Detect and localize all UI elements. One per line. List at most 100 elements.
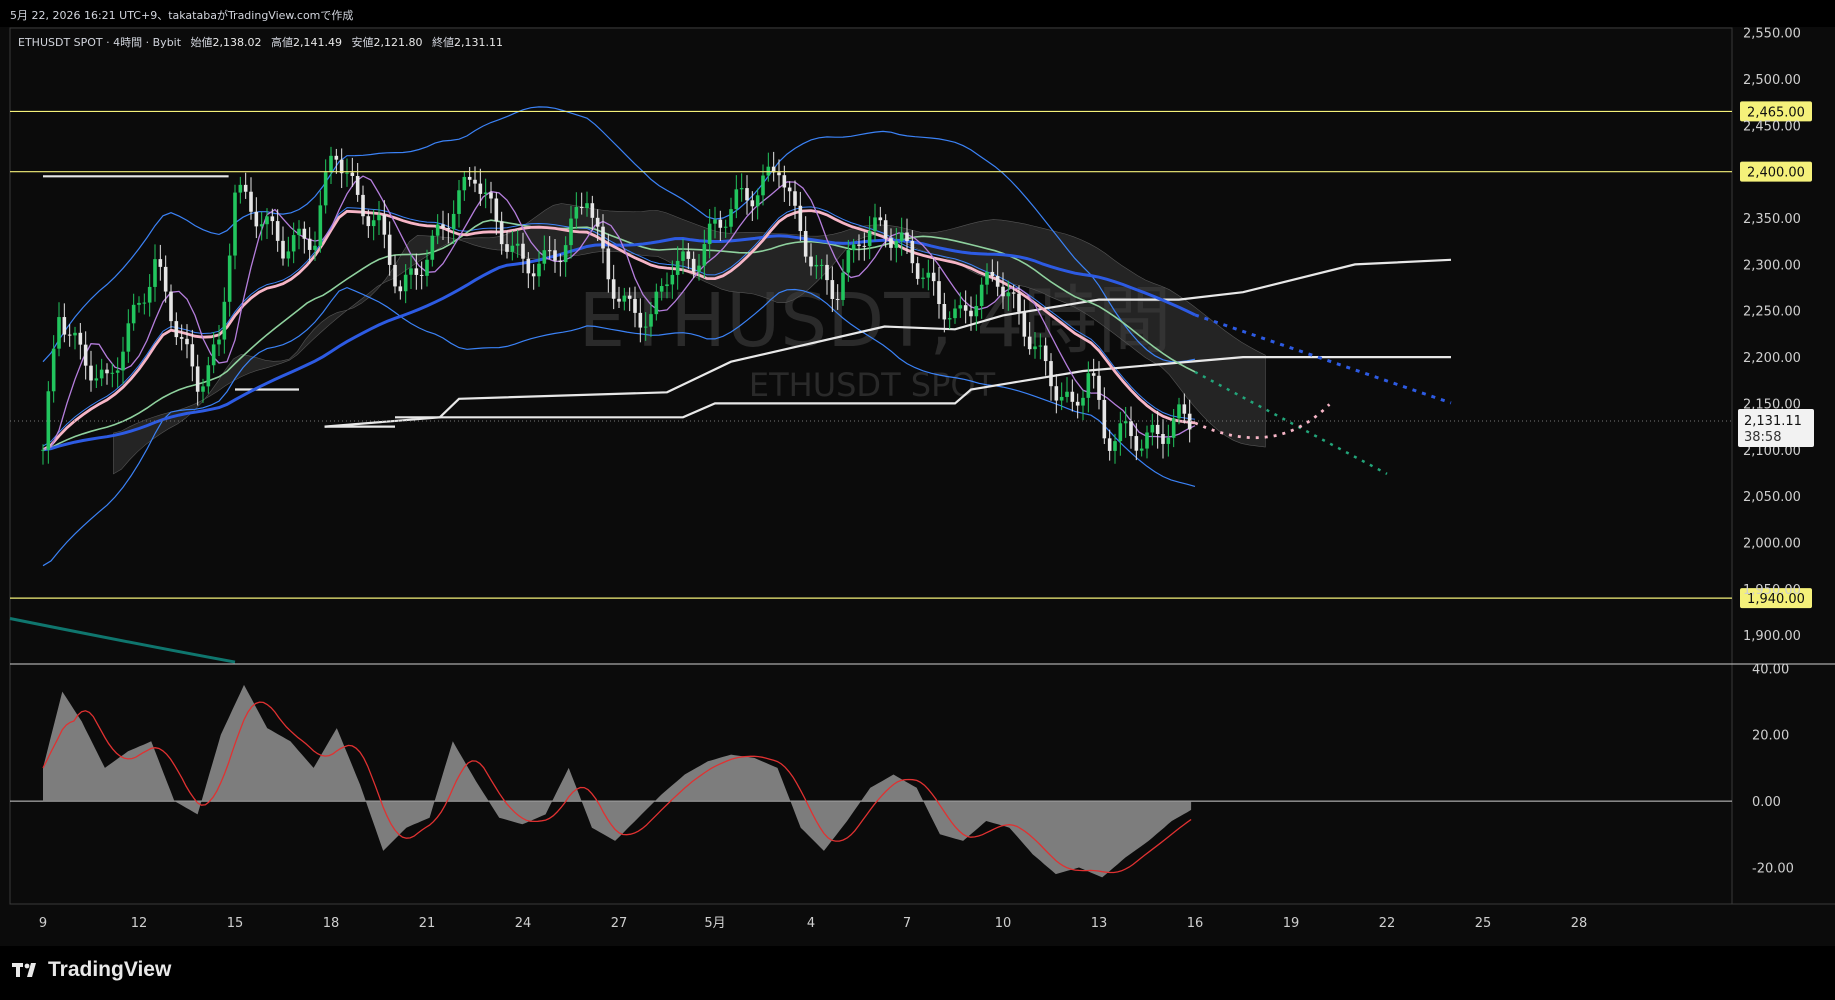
- candle-body-153: [857, 244, 861, 246]
- candle-body-130: [734, 189, 739, 210]
- time-tick-1: 12: [131, 916, 148, 931]
- osc-tick-3: -20.00: [1752, 861, 1794, 876]
- candle-body-7: [78, 332, 83, 345]
- candle-body-115: [654, 291, 659, 315]
- candle-body-77: [451, 213, 456, 230]
- candle-body-60: [361, 194, 365, 217]
- candle-body-35: [227, 255, 232, 302]
- candle-body-12: [105, 369, 109, 374]
- candle-body-188: [1043, 345, 1048, 362]
- candle-body-18: [137, 302, 141, 305]
- price-tick-2: 2,450.00: [1743, 119, 1801, 134]
- time-tick-11: 13: [1091, 916, 1108, 931]
- candle-body-205: [1134, 436, 1139, 451]
- candle-body-95: [547, 250, 552, 252]
- candle-body-81: [473, 179, 477, 184]
- candle-body-155: [867, 231, 872, 247]
- candle-body-191: [1059, 396, 1064, 401]
- candle-body-17: [131, 304, 136, 324]
- candle-body-32: [211, 344, 216, 366]
- candle-body-58: [350, 172, 355, 177]
- price-tick-5: 2,250.00: [1743, 305, 1801, 320]
- candle-body-91: [526, 258, 531, 274]
- candle-body-112: [638, 312, 643, 328]
- candle-body-107: [611, 279, 616, 299]
- candle-body-41: [259, 224, 264, 227]
- candle-body-99: [569, 218, 573, 246]
- candle-body-38: [243, 184, 248, 192]
- candle-body-118: [670, 274, 675, 285]
- candle-body-101: [579, 206, 584, 209]
- teal-longterm-line: [9, 617, 236, 664]
- price-tick-12: 1,900.00: [1743, 629, 1801, 644]
- candle-body-213: [1177, 404, 1181, 419]
- candle-body-86: [499, 221, 504, 245]
- candle-body-75: [441, 224, 445, 229]
- candle-body-61: [366, 216, 371, 227]
- candle-body-27: [185, 338, 189, 345]
- legend-high-label: 高値: [271, 36, 294, 49]
- candle-body-100: [574, 206, 579, 219]
- candle-body-198: [1097, 375, 1101, 400]
- candle-body-83: [483, 192, 488, 194]
- candle-body-181: [1006, 292, 1011, 297]
- candle-body-190: [1054, 386, 1059, 401]
- candle-body-180: [1001, 286, 1005, 297]
- price-tick-11: 1,950.00: [1743, 583, 1801, 598]
- candle-body-140: [787, 187, 792, 192]
- candle-body-169: [942, 304, 947, 320]
- footer-bar: [0, 946, 1835, 1000]
- candle-body-184: [1022, 311, 1027, 337]
- candle-body-119: [675, 260, 680, 275]
- legend-symbol: ETHUSDT SPOT · 4時間 · Bybit: [18, 36, 182, 49]
- candle-body-103: [590, 203, 595, 218]
- candle-body-97: [558, 260, 563, 263]
- candle-body-172: [958, 305, 963, 309]
- candle-body-30: [201, 386, 205, 392]
- candle-body-33: [217, 339, 221, 345]
- candle-body-195: [1081, 397, 1085, 406]
- candle-body-82: [478, 183, 483, 194]
- candle-body-194: [1075, 401, 1080, 406]
- candle-body-13: [110, 372, 115, 374]
- candle-body-174: [969, 310, 973, 317]
- candle-body-54: [329, 155, 333, 173]
- candle-body-171: [953, 308, 957, 319]
- candle-body-49: [302, 228, 307, 239]
- ohlc-legend: ETHUSDT SPOT · 4時間 · Bybit 始値2,138.02 高値…: [18, 34, 503, 50]
- candle-body-84: [489, 192, 493, 199]
- time-tick-13: 19: [1283, 916, 1300, 931]
- legend-high-value: 2,141.49: [293, 36, 343, 49]
- candle-body-117: [665, 284, 669, 287]
- candle-body-162: [905, 232, 909, 241]
- candle-body-62: [371, 220, 376, 227]
- legend-close-value: 2,131.11: [454, 36, 503, 49]
- candle-body-89: [515, 243, 520, 246]
- last-price-countdown: 38:58: [1744, 430, 1781, 445]
- oscillator-pane: 40.00 20.00 0.00 -20.00: [10, 662, 1794, 878]
- candle-body-121: [686, 251, 691, 259]
- candle-body-211: [1166, 437, 1171, 444]
- time-tick-6: 27: [611, 916, 628, 931]
- candle-body-90: [521, 243, 525, 259]
- candle-body-156: [873, 217, 877, 232]
- candle-body-135: [761, 175, 765, 196]
- candle-body-120: [681, 251, 685, 261]
- candle-body-11: [99, 369, 104, 379]
- chart-canvas[interactable]: ETHUSDT, 4時間 ETHUSDT SPOT 2,465.002,400.…: [0, 0, 1835, 1000]
- price-tick-4: 2,300.00: [1743, 258, 1801, 273]
- candle-body-179: [995, 275, 1000, 287]
- candle-body-159: [889, 238, 893, 248]
- candle-body-197: [1091, 373, 1096, 376]
- candle-body-26: [179, 337, 184, 339]
- candle-body-148: [830, 280, 835, 299]
- candle-body-76: [446, 228, 451, 230]
- candle-body-87: [505, 244, 509, 252]
- tradingview-logo[interactable]: TradingView: [12, 958, 171, 982]
- candle-body-187: [1038, 345, 1043, 347]
- candle-body-63: [377, 214, 381, 221]
- candle-body-131: [739, 188, 744, 190]
- candle-body-85: [494, 198, 499, 222]
- candle-body-196: [1086, 373, 1091, 398]
- oscillator-histogram: [43, 684, 1192, 878]
